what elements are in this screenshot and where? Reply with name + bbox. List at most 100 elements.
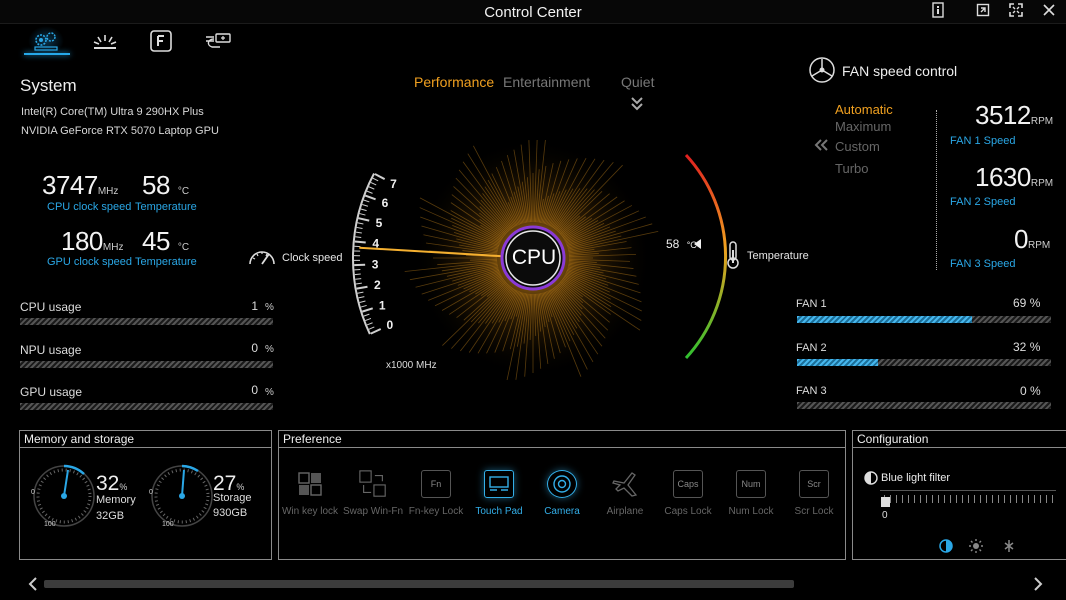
keyboard-light-icon[interactable] bbox=[87, 26, 123, 56]
scroll-right-icon[interactable] bbox=[1032, 576, 1044, 597]
num-key-icon: Num bbox=[736, 470, 766, 498]
cpu-usage-label: CPU usage bbox=[20, 300, 82, 314]
fan-mode-turbo[interactable]: Turbo bbox=[835, 161, 868, 176]
storage-percent-unit: % bbox=[236, 482, 245, 492]
clock-scale-tick bbox=[366, 322, 373, 326]
slider-thumb[interactable] bbox=[881, 497, 890, 507]
system-settings-icon[interactable] bbox=[28, 26, 64, 56]
brightness-icon[interactable] bbox=[968, 538, 984, 559]
npu-usage-value: 0 bbox=[251, 341, 258, 355]
pref-scr-lock[interactable]: Scr Scr Lock bbox=[783, 470, 845, 517]
clock-scale-tick bbox=[355, 236, 362, 239]
pref-airplane[interactable]: Airplane bbox=[594, 470, 656, 517]
fan1-speed-unit: RPM bbox=[1030, 116, 1054, 127]
pref-win-key-lock[interactable]: Win key lock bbox=[279, 470, 341, 517]
clock-scale-tick bbox=[368, 186, 375, 190]
clock-scale-tick bbox=[354, 273, 361, 276]
fan3-bar-unit: % bbox=[1030, 384, 1041, 398]
scr-key-icon: Scr bbox=[799, 470, 829, 498]
chevron-down-icon[interactable] bbox=[630, 96, 644, 117]
gpu-usage-bar bbox=[20, 403, 273, 410]
mode-entertainment[interactable]: Entertainment bbox=[503, 74, 590, 90]
close-icon[interactable] bbox=[1038, 2, 1060, 22]
speedometer-icon bbox=[247, 244, 277, 273]
fan-icon bbox=[808, 56, 836, 89]
clock-scale-tick bbox=[364, 194, 376, 201]
pref-touch-pad[interactable]: Touch Pad bbox=[468, 470, 530, 517]
clock-scale-tick bbox=[358, 296, 365, 299]
storage-dial-max: 100 bbox=[162, 521, 174, 528]
fan-mode-maximum[interactable]: Maximum bbox=[835, 119, 891, 134]
cpu-temp-readout: 58 °C bbox=[142, 170, 189, 201]
horizontal-scrollbar[interactable] bbox=[44, 580, 794, 588]
clock-scale-tick bbox=[358, 217, 370, 222]
pref-camera[interactable]: Camera bbox=[531, 470, 593, 517]
fan-mode-custom[interactable]: Custom bbox=[835, 139, 880, 154]
memory-storage-title: Memory and storage bbox=[20, 431, 271, 448]
clock-scale-tick bbox=[368, 326, 375, 330]
gauge-center-label: CPU bbox=[511, 246, 557, 269]
pref-label: Caps Lock bbox=[664, 506, 712, 517]
function-key-icon[interactable] bbox=[143, 26, 179, 56]
clock-scale-label: 1 bbox=[379, 298, 386, 312]
fan1-speed-readout: 3512RPM bbox=[975, 100, 1055, 131]
clock-scale-tick bbox=[365, 317, 372, 322]
slider-ticks bbox=[884, 495, 1054, 503]
clock-scale-tick bbox=[355, 282, 362, 285]
contrast-icon[interactable] bbox=[938, 538, 954, 559]
fan-divider bbox=[936, 110, 937, 270]
clock-scale-tick bbox=[366, 190, 373, 194]
pref-label: Camera bbox=[544, 506, 580, 517]
mode-quiet[interactable]: Quiet bbox=[621, 74, 654, 90]
pref-fn-key-lock[interactable]: Fn Fn-key Lock bbox=[405, 470, 467, 517]
color-mode-icon[interactable] bbox=[1000, 538, 1018, 559]
fan-mode-automatic[interactable]: Automatic bbox=[835, 102, 893, 117]
fan2-bar-readout: 32 % bbox=[1013, 340, 1040, 354]
pref-caps-lock[interactable]: Caps Caps Lock bbox=[657, 470, 719, 517]
fan3-bar-label: FAN 3 bbox=[796, 385, 827, 397]
fan1-bar-readout: 69 % bbox=[1013, 296, 1040, 310]
clock-scale-tick bbox=[362, 203, 369, 207]
fan2-bar-unit: % bbox=[1029, 340, 1041, 354]
clock-scale-tick bbox=[354, 240, 366, 244]
clock-scale-tick bbox=[361, 307, 374, 313]
clock-scale-tick bbox=[359, 300, 366, 303]
pref-label: Touch Pad bbox=[475, 506, 523, 517]
fullscreen-icon[interactable] bbox=[1005, 2, 1027, 22]
fan3-bar bbox=[797, 402, 1051, 409]
pref-swap-win-fn[interactable]: Swap Win-Fn bbox=[342, 470, 404, 517]
gpu-usage-label: GPU usage bbox=[20, 385, 83, 399]
clock-scale-tick bbox=[356, 226, 363, 229]
mode-performance[interactable]: Performance bbox=[414, 74, 494, 90]
cpu-usage-value: 1 bbox=[251, 299, 258, 313]
pref-num-lock[interactable]: Num Num Lock bbox=[720, 470, 782, 517]
windows-grid-icon bbox=[295, 470, 325, 498]
fn-key-icon: Fn bbox=[421, 470, 451, 498]
restore-icon[interactable] bbox=[972, 2, 994, 22]
fan1-speed-label: FAN 1 Speed bbox=[950, 135, 1016, 147]
clock-scale-tick bbox=[370, 181, 377, 186]
clock-scale: 01234567 bbox=[352, 173, 397, 335]
battery-plug-icon[interactable] bbox=[200, 26, 236, 56]
cpu-usage-unit: % bbox=[265, 302, 274, 313]
clock-scale-label: 6 bbox=[382, 196, 389, 210]
caps-key-icon: Caps bbox=[673, 470, 703, 498]
clock-scale-tick bbox=[357, 222, 364, 225]
temperature-arc bbox=[684, 153, 728, 360]
gpu-clock-readout: 180MHz bbox=[61, 226, 123, 257]
blue-light-slider[interactable] bbox=[880, 490, 1056, 507]
gpu-usage-value: 0 bbox=[251, 383, 258, 397]
swap-icon bbox=[358, 470, 388, 498]
fan3-speed-label: FAN 3 Speed bbox=[950, 258, 1016, 270]
storage-size: 930GB bbox=[213, 507, 248, 519]
info-icon[interactable] bbox=[927, 2, 949, 22]
fan2-bar-label: FAN 2 bbox=[796, 342, 827, 354]
pref-label: Scr Lock bbox=[794, 506, 834, 517]
pref-label: Win key lock bbox=[281, 506, 339, 517]
chevron-left-double-icon[interactable] bbox=[813, 138, 829, 157]
gpu-temp-label: Temperature bbox=[135, 256, 197, 268]
fan3-bar-value: 0 bbox=[1020, 384, 1027, 398]
clock-scale-tick bbox=[360, 208, 367, 212]
gpu-name: NVIDIA GeForce RTX 5070 Laptop GPU bbox=[21, 125, 219, 137]
scroll-left-icon[interactable] bbox=[27, 576, 39, 597]
